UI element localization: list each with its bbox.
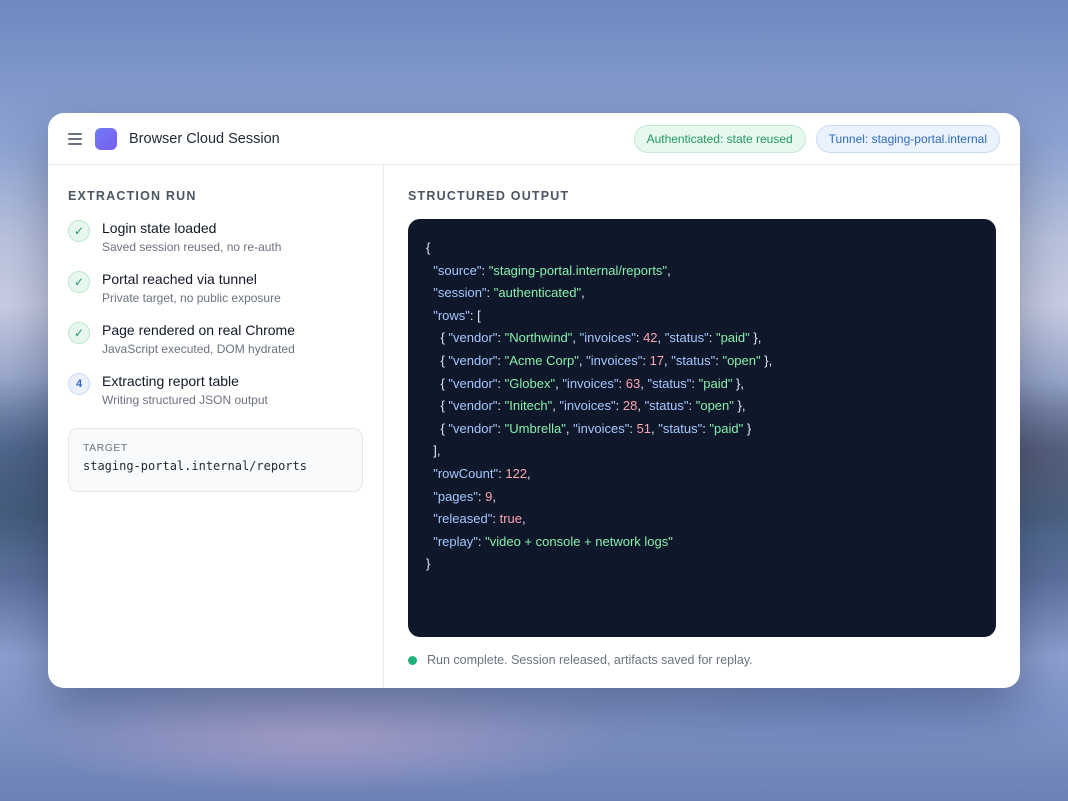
step-description: JavaScript executed, DOM hydrated — [102, 342, 295, 356]
json-replay-value: video + console + network logs — [489, 533, 669, 549]
step-item: ✓ Login state loaded Saved session reuse… — [68, 219, 363, 255]
tunnel-status-badge: Tunnel: staging-portal.internal — [815, 124, 1000, 153]
json-released-value: true — [499, 511, 522, 527]
json-source-value: staging-portal.internal/reports — [493, 262, 663, 278]
extraction-run-title: EXTRACTION RUN — [68, 189, 197, 203]
step-item: ✓ Page rendered on real Chrome JavaScrip… — [68, 321, 363, 357]
run-status: Run complete. Session released, artifact… — [408, 653, 996, 667]
json-row: { "vendor": "Globex", "invoices": 63, "s… — [426, 375, 745, 391]
json-row: { "vendor": "Umbrella", "invoices": 51, … — [426, 420, 752, 436]
json-pages-value: 9 — [485, 488, 493, 504]
structured-output-panel: STRUCTURED OUTPUT { "source": "staging-p… — [384, 165, 1020, 688]
step-number-badge: 4 — [68, 373, 90, 395]
step-title: Portal reached via tunnel — [102, 271, 257, 287]
target-box: TARGET staging-portal.internal/reports — [68, 428, 363, 492]
checkmark-icon: ✓ — [68, 220, 90, 242]
status-dot-icon — [408, 655, 417, 665]
step-description: Private target, no public exposure — [102, 291, 281, 305]
json-session-value: authenticated — [498, 285, 577, 301]
hamburger-menu-icon[interactable] — [68, 132, 82, 145]
checkmark-icon: ✓ — [68, 271, 90, 293]
step-item: ✓ Portal reached via tunnel Private targ… — [68, 270, 363, 306]
structured-output-title: STRUCTURED OUTPUT — [408, 189, 570, 203]
target-label: TARGET — [83, 442, 128, 454]
checkmark-icon: ✓ — [68, 322, 90, 344]
target-url[interactable]: staging-portal.internal/reports — [83, 459, 348, 473]
step-item: 4 Extracting report table Writing struct… — [68, 372, 363, 408]
extraction-run-panel: EXTRACTION RUN ✓ Login state loaded Save… — [48, 165, 384, 688]
app-title: Browser Cloud Session — [129, 130, 280, 147]
window-header: Browser Cloud Session Authenticated: sta… — [48, 113, 1020, 165]
app-logo — [95, 127, 117, 150]
status-text: Run complete. Session released, artifact… — [427, 653, 753, 667]
auth-status-badge: Authenticated: state reused — [633, 124, 806, 153]
step-title: Page rendered on real Chrome — [102, 322, 296, 338]
json-output-block[interactable]: { "source": "staging-portal.internal/rep… — [408, 219, 996, 637]
json-rowcount-value: 122 — [505, 465, 528, 481]
json-row: { "vendor": "Initech", "invoices": 28, "… — [426, 398, 746, 414]
step-title: Login state loaded — [102, 220, 217, 236]
step-description: Saved session reused, no re-auth — [102, 240, 282, 254]
session-window: Browser Cloud Session Authenticated: sta… — [48, 113, 1020, 688]
step-title: Extracting report table — [102, 373, 239, 389]
json-row: { "vendor": "Northwind", "invoices": 42,… — [426, 330, 762, 346]
step-description: Writing structured JSON output — [102, 393, 268, 407]
json-row: { "vendor": "Acme Corp", "invoices": 17,… — [426, 352, 773, 368]
